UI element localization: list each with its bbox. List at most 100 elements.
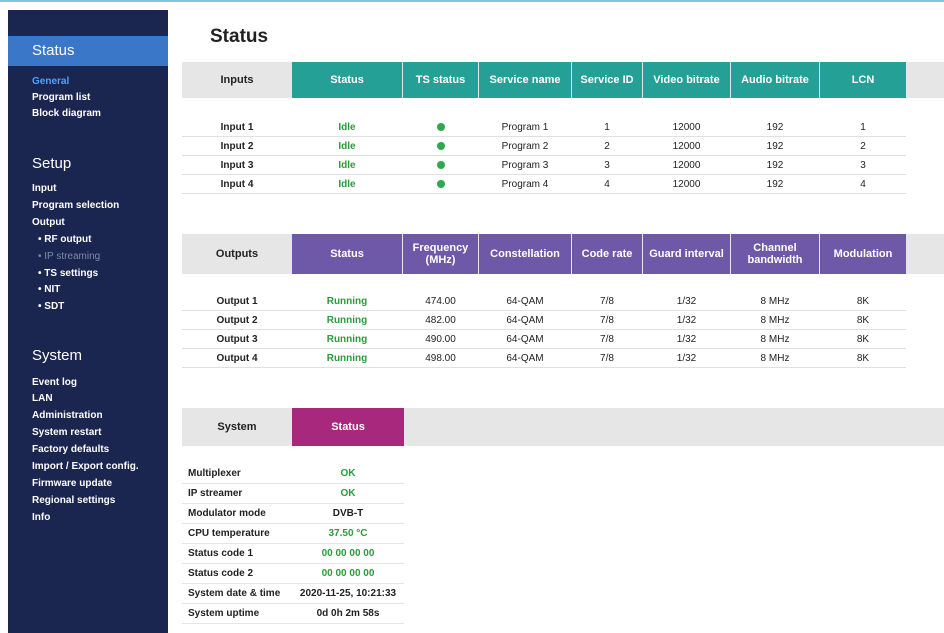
table-row: System date & time 2020-11-25, 10:21:33 — [182, 584, 404, 604]
sidebar-item-sdt[interactable]: • SDT — [38, 301, 64, 312]
outputs-col-status: Status — [292, 234, 402, 274]
service-name: Program 1 — [501, 122, 549, 133]
audio-bitrate: 192 — [766, 179, 784, 190]
sidebar-item-system-restart[interactable]: System restart — [32, 427, 101, 438]
sidebar-item-import-export-config[interactable]: Import / Export config. — [32, 461, 139, 472]
table-row: Input 3 Idle Program 3 3 12000 192 3 — [182, 156, 906, 175]
sidebar-item-input[interactable]: Input — [32, 183, 56, 194]
input-name: Input 2 — [220, 141, 254, 152]
table-row: Input 4 Idle Program 4 4 12000 192 4 — [182, 175, 906, 194]
code-rate: 7/8 — [600, 353, 614, 364]
sidebar-item-nit[interactable]: • NIT — [38, 284, 60, 295]
sidebar-item-rf-output[interactable]: • RF output — [38, 234, 91, 245]
service-name: Program 2 — [501, 141, 549, 152]
video-bitrate: 12000 — [672, 160, 701, 171]
modulation: 8K — [856, 353, 870, 364]
table-row: CPU temperature 37.50 °C — [182, 524, 404, 544]
outputs-col-constellation: Constellation — [479, 234, 571, 274]
sidebar-item-firmware-update[interactable]: Firmware update — [32, 478, 112, 489]
system-label: CPU temperature — [188, 528, 270, 539]
output-name: Output 3 — [216, 334, 258, 345]
inputs-col-status: Status — [292, 62, 402, 98]
lcn: 2 — [860, 141, 866, 152]
system-label: Status code 1 — [188, 548, 254, 559]
ts-status-indicator — [403, 118, 478, 137]
status-dot-icon — [436, 161, 445, 170]
inputs-table-header: Inputs Status TS status Service name Ser… — [182, 62, 944, 98]
input-status: Idle — [338, 122, 356, 133]
output-status: Running — [326, 315, 368, 326]
system-label: System date & time — [188, 588, 281, 599]
audio-bitrate: 192 — [766, 141, 784, 152]
system-value: 00 00 00 00 — [321, 548, 375, 559]
audio-bitrate: 192 — [766, 160, 784, 171]
sidebar-item-output[interactable]: Output — [32, 217, 65, 228]
system-table-header: System Status — [182, 408, 944, 446]
video-bitrate: 12000 — [672, 122, 701, 133]
channel-bandwidth: 8 MHz — [760, 296, 790, 307]
system-value: OK — [340, 488, 356, 499]
output-status: Running — [326, 296, 368, 307]
sidebar-item-program-list[interactable]: Program list — [32, 92, 90, 103]
sidebar-section-status[interactable]: Status — [8, 36, 168, 66]
sidebar-section-setup: Setup — [32, 155, 72, 172]
inputs-col-lcn: LCN — [820, 62, 906, 98]
sidebar-item-info[interactable]: Info — [32, 512, 50, 523]
service-id: 2 — [604, 141, 610, 152]
modulation: 8K — [856, 334, 870, 345]
channel-bandwidth: 8 MHz — [760, 353, 790, 364]
sidebar-item-regional-settings[interactable]: Regional settings — [32, 495, 115, 506]
inputs-col-ts-status: TS status — [403, 62, 478, 98]
table-row: Status code 1 00 00 00 00 — [182, 544, 404, 564]
video-bitrate: 12000 — [672, 179, 701, 190]
sidebar-item-program-selection[interactable]: Program selection — [32, 200, 119, 211]
constellation: 64-QAM — [506, 315, 544, 326]
ts-status-indicator — [403, 137, 478, 156]
sidebar-item-block-diagram[interactable]: Block diagram — [32, 108, 101, 119]
input-name: Input 4 — [220, 179, 254, 190]
service-id: 4 — [604, 179, 610, 190]
system-col-status: Status — [292, 408, 404, 446]
system-value: 0d 0h 2m 58s — [316, 608, 380, 619]
input-status: Idle — [338, 160, 356, 171]
guard-interval: 1/32 — [676, 353, 697, 364]
sidebar-item-ip-streaming[interactable]: • IP streaming — [38, 251, 100, 262]
ts-status-indicator — [403, 156, 478, 175]
inputs-col-inputs: Inputs — [220, 74, 254, 86]
sidebar-item-lan[interactable]: LAN — [32, 393, 53, 404]
sidebar-item-factory-defaults[interactable]: Factory defaults — [32, 444, 109, 455]
frequency: 482.00 — [425, 315, 456, 326]
status-dot-icon — [436, 180, 445, 189]
guard-interval: 1/32 — [676, 296, 697, 307]
frequency: 498.00 — [425, 353, 456, 364]
table-row: Output 2 Running 482.00 64-QAM 7/8 1/32 … — [182, 311, 906, 330]
system-label: Modulator mode — [188, 508, 266, 519]
input-name: Input 3 — [220, 160, 254, 171]
output-name: Output 2 — [216, 315, 258, 326]
output-status: Running — [326, 334, 368, 345]
outputs-col-guard-interval: Guard interval — [643, 234, 730, 274]
sidebar-section-system: System — [32, 347, 83, 364]
sidebar-item-ts-settings[interactable]: • TS settings — [38, 268, 98, 279]
sidebar-item-general[interactable]: General — [32, 76, 69, 87]
system-label: System uptime — [188, 608, 260, 619]
inputs-col-service-name: Service name — [479, 62, 571, 98]
system-label: IP streamer — [188, 488, 243, 499]
service-id: 1 — [604, 122, 610, 133]
sidebar-item-event-log[interactable]: Event log — [32, 377, 77, 388]
sidebar-item-administration[interactable]: Administration — [32, 410, 103, 421]
table-row: Output 1 Running 474.00 64-QAM 7/8 1/32 … — [182, 292, 906, 311]
video-bitrate: 12000 — [672, 141, 701, 152]
guard-interval: 1/32 — [676, 315, 697, 326]
code-rate: 7/8 — [600, 296, 614, 307]
lcn: 1 — [860, 122, 866, 133]
inputs-col-audio-bitrate: Audio bitrate — [731, 62, 819, 98]
table-row: Output 4 Running 498.00 64-QAM 7/8 1/32 … — [182, 349, 906, 368]
service-name: Program 3 — [501, 160, 549, 171]
modulation: 8K — [856, 315, 870, 326]
outputs-col-frequency: Frequency (MHz) — [403, 234, 478, 274]
status-dot-icon — [436, 123, 445, 132]
constellation: 64-QAM — [506, 296, 544, 307]
outputs-col-modulation: Modulation — [820, 234, 906, 274]
output-name: Output 4 — [216, 353, 258, 364]
